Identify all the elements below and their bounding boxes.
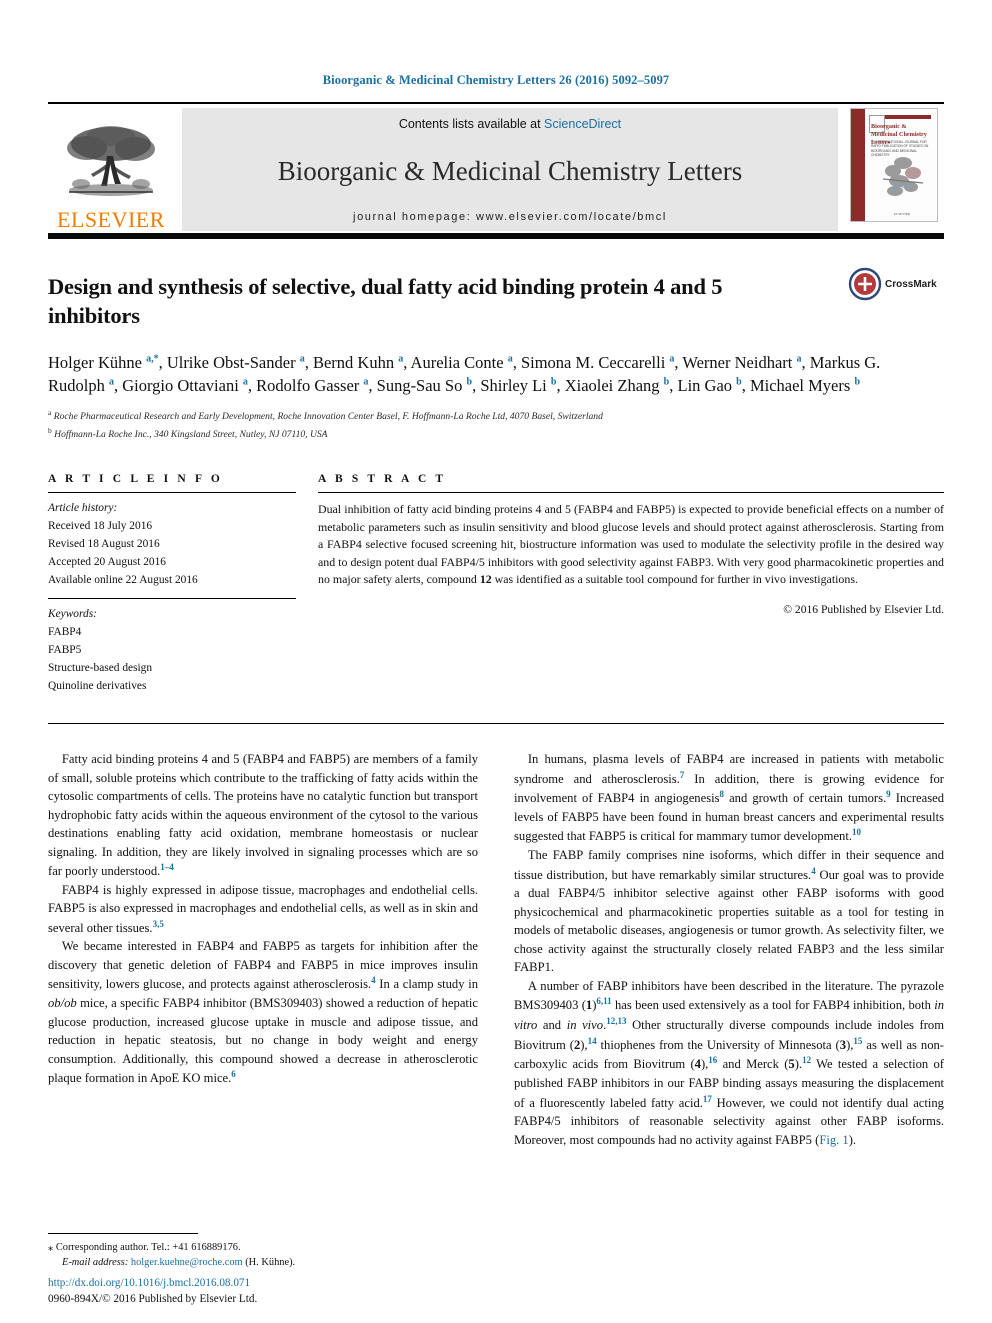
doi-link[interactable]: http://dx.doi.org/10.1016/j.bmcl.2016.08… bbox=[48, 1275, 257, 1291]
article-history: Article history: Received 18 July 2016 R… bbox=[48, 493, 296, 598]
body-divider-rule bbox=[48, 723, 944, 725]
email-owner: (H. Kühne). bbox=[245, 1257, 296, 1269]
page-title: Design and synthesis of selective, dual … bbox=[48, 274, 723, 328]
history-item: Available online 22 August 2016 bbox=[48, 574, 198, 586]
cover-image: Bioorganic & Medicinal Chemistry Letters… bbox=[850, 108, 938, 222]
contents-prefix: Contents lists available at bbox=[398, 117, 545, 131]
sciencedirect-link[interactable]: ScienceDirect bbox=[544, 117, 621, 131]
history-item: Received 18 July 2016 bbox=[48, 519, 153, 532]
footnote-block: ⁎ Corresponding author. Tel.: +41 616889… bbox=[48, 1232, 468, 1271]
keywords-block: Keywords: FABP4 FABP5 Structure-based de… bbox=[48, 599, 296, 695]
cover-molecule-graphic bbox=[882, 157, 924, 196]
article-info-column: A R T I C L E I N F O Article history: R… bbox=[48, 473, 296, 695]
abstract-heading: A B S T R A C T bbox=[318, 472, 447, 485]
history-item: Revised 18 August 2016 bbox=[48, 537, 160, 550]
abstract-text: Dual inhibition of fatty acid binding pr… bbox=[318, 501, 944, 587]
title-block: Design and synthesis of selective, dual … bbox=[48, 267, 944, 335]
journal-homepage[interactable]: journal homepage: www.elsevier.com/locat… bbox=[192, 211, 828, 223]
journal-masthead: ELSEVIER Contents lists available at Sci… bbox=[48, 102, 944, 231]
history-label: Article history: bbox=[48, 501, 118, 514]
affiliation-b: b Hoffmann-La Roche Inc., 340 Kingsland … bbox=[48, 425, 328, 441]
keyword-item: Quinoline derivatives bbox=[48, 680, 147, 693]
issn-copyright-line: 0960-894X/© 2016 Published by Elsevier L… bbox=[48, 1292, 258, 1305]
corresponding-marker: ⁎ bbox=[48, 1241, 54, 1253]
footnote-rule bbox=[48, 1232, 198, 1234]
affiliation-a-text: Roche Pharmaceutical Research and Early … bbox=[53, 411, 603, 423]
affiliation-b-text: Hoffmann-La Roche Inc., 340 Kingsland St… bbox=[54, 429, 328, 441]
contents-available-line: Contents lists available at ScienceDirec… bbox=[192, 117, 828, 131]
masthead-rule bbox=[48, 233, 944, 239]
cover-footer: ELSEVIER bbox=[893, 212, 910, 216]
cover-spine bbox=[851, 109, 865, 221]
journal-cover-thumbnail[interactable]: Bioorganic & Medicinal Chemistry Letters… bbox=[844, 108, 944, 231]
keywords-label: Keywords: bbox=[48, 608, 97, 621]
journal-title: Bioorganic & Medicinal Chemistry Letters bbox=[277, 156, 743, 187]
corresponding-author-note: ⁎ Corresponding author. Tel.: +41 616889… bbox=[48, 1240, 468, 1271]
corresponding-author-line: ⁎ Corresponding author. Tel.: +41 616889… bbox=[48, 1240, 468, 1256]
keyword-item: FABP5 bbox=[48, 644, 82, 657]
journal-article-page: Bioorganic & Medicinal Chemistry Letters… bbox=[0, 0, 992, 1323]
elsevier-logo: ELSEVIER bbox=[48, 108, 176, 231]
abstract-column: A B S T R A C T Dual inhibition of fatty… bbox=[318, 473, 944, 695]
email-label: E-mail address: bbox=[62, 1257, 129, 1269]
keyword-item: FABP4 bbox=[48, 626, 82, 639]
body-columns: Fatty acid binding proteins 4 and 5 (FAB… bbox=[48, 750, 944, 1149]
footer-doi-block: http://dx.doi.org/10.1016/j.bmcl.2016.08… bbox=[48, 1275, 257, 1307]
running-head: Bioorganic & Medicinal Chemistry Letters… bbox=[322, 73, 670, 87]
corresponding-text: Corresponding author. Tel.: +41 61688917… bbox=[55, 1241, 241, 1253]
affiliations: a Roche Pharmaceutical Research and Earl… bbox=[48, 407, 944, 443]
email-link[interactable]: holger.kuehne@roche.com bbox=[131, 1257, 243, 1268]
crossmark-badge[interactable]: CrossMark bbox=[848, 267, 944, 301]
author-list: Holger Kühne a,*, Ulrike Obst-Sander a, … bbox=[48, 353, 881, 396]
history-item: Accepted 20 August 2016 bbox=[48, 555, 166, 568]
crossmark-icon bbox=[848, 267, 882, 301]
affiliation-a: a Roche Pharmaceutical Research and Earl… bbox=[48, 407, 603, 423]
elsevier-wordmark: ELSEVIER bbox=[57, 207, 165, 232]
article-info-heading: A R T I C L E I N F O bbox=[48, 472, 223, 485]
email-line: E-mail address: holger.kuehne@roche.com … bbox=[48, 1255, 468, 1271]
info-abstract-section: A R T I C L E I N F O Article history: R… bbox=[48, 473, 944, 695]
crossmark-label: CrossMark bbox=[885, 278, 937, 290]
abstract-copyright: © 2016 Published by Elsevier Ltd. bbox=[783, 602, 944, 616]
elsevier-tree-icon bbox=[67, 126, 155, 196]
body-column-left: Fatty acid binding proteins 4 and 5 (FAB… bbox=[48, 752, 478, 1086]
body-column-right: In humans, plasma levels of FABP4 are in… bbox=[514, 752, 945, 1147]
journal-band: Contents lists available at ScienceDirec… bbox=[182, 108, 838, 231]
keyword-item: Structure-based design bbox=[48, 662, 153, 675]
